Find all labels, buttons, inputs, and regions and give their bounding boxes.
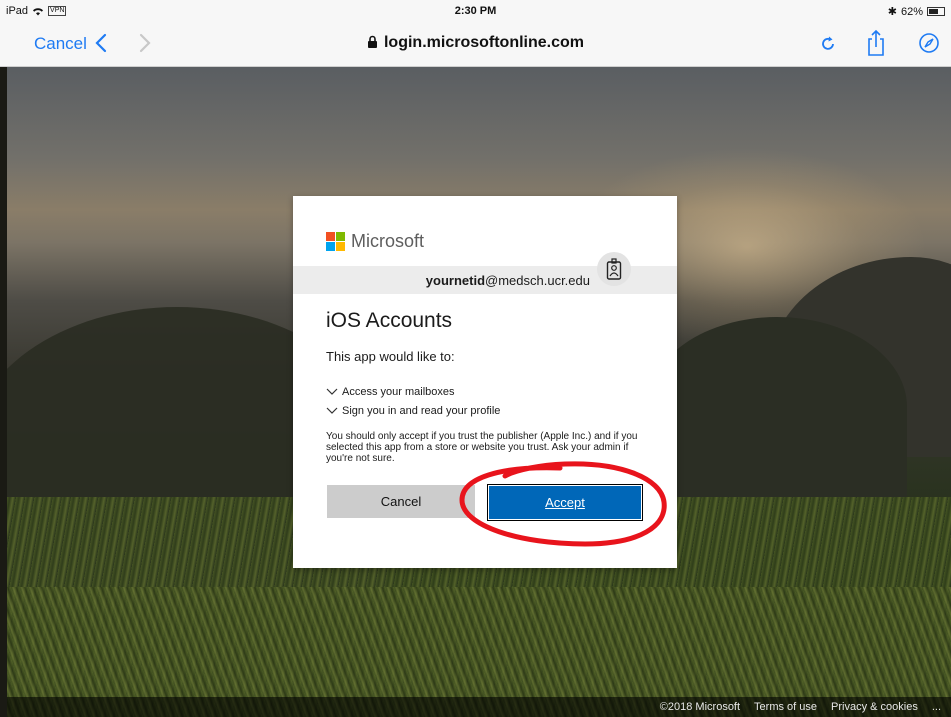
battery-icon	[927, 7, 945, 16]
status-bar: iPad VPN 2:30 PM ✱ 62%	[0, 0, 951, 22]
account-email: yournetid@medsch.ucr.edu	[426, 273, 590, 288]
status-time: 2:30 PM	[454, 5, 497, 17]
bluetooth-icon: ✱	[887, 6, 897, 18]
microsoft-squares-icon	[326, 232, 345, 251]
more-options-button[interactable]: ...	[932, 701, 941, 713]
privacy-link[interactable]: Privacy & cookies	[831, 701, 918, 713]
permissions-intro: This app would like to:	[326, 349, 455, 364]
terms-link[interactable]: Terms of use	[754, 701, 817, 713]
brand-name: Microsoft	[351, 231, 425, 251]
chevron-down-icon	[326, 407, 338, 414]
permission-item[interactable]: Access your mailboxes	[326, 386, 455, 398]
url-text: login.microsoftonline.com	[383, 34, 584, 51]
share-icon[interactable]	[864, 28, 888, 58]
reload-icon[interactable]	[818, 32, 838, 54]
permission-label: Sign you in and read your profile	[342, 405, 501, 417]
copyright-text: ©2018 Microsoft	[659, 701, 741, 713]
lock-icon	[367, 35, 377, 48]
publisher-notice: You should only accept if you trust the …	[326, 431, 638, 464]
cancel-button[interactable]: Cancel	[327, 485, 475, 518]
id-badge-icon	[597, 252, 631, 286]
account-username: yournetid	[425, 273, 486, 288]
permission-label: Access your mailboxes	[342, 386, 455, 398]
chevron-down-icon	[326, 388, 338, 395]
status-right: ✱ 62%	[888, 5, 945, 18]
account-domain: @medsch.ucr.edu	[485, 273, 590, 288]
accept-button[interactable]: Accept	[487, 484, 643, 521]
permission-item[interactable]: Sign you in and read your profile	[326, 405, 500, 417]
battery-percent: 62%	[900, 5, 923, 18]
app-title: iOS Accounts	[326, 309, 453, 332]
consent-dialog: Microsoft yournetid@medsch.ucr.edu iOS A…	[293, 196, 677, 568]
address-bar[interactable]: login.microsoftonline.com	[0, 34, 951, 52]
browser-toolbar: Cancel login.microsoftonline.com	[0, 22, 951, 67]
compass-icon[interactable]	[918, 32, 940, 54]
page-footer: ©2018 Microsoft Terms of use Privacy & c…	[7, 697, 951, 717]
microsoft-logo: Microsoft	[326, 231, 424, 252]
